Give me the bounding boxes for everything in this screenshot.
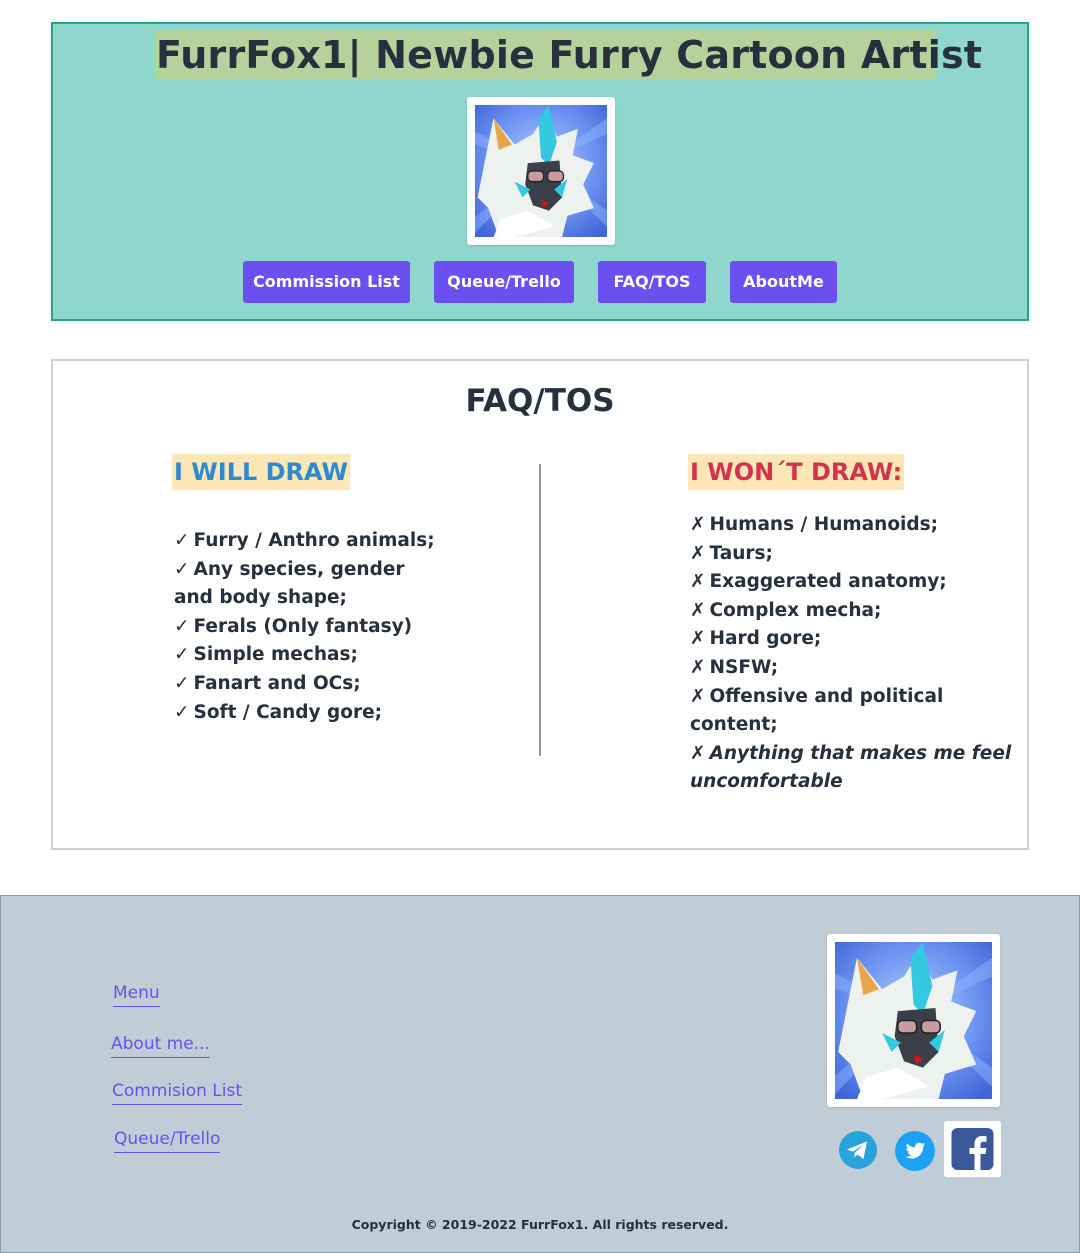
list-item: ✗ NSFW; [690,656,779,678]
checkmark-icon: ✓ [174,558,190,580]
will-draw-list: ✓ Furry / Anthro animals; ✓ Any species, g… [174,527,444,727]
faq-title: FAQ/TOS [465,383,615,419]
nav-queue-trello-button[interactable]: Queue/Trello [434,261,574,303]
list-item: ✓ Simple mechas; [174,644,358,666]
cross-icon: ✗ [690,742,706,764]
list-item: ✗ Complex mecha; [690,599,882,621]
footer-link-commission-list[interactable]: Commision List [112,1080,242,1105]
checkmark-icon: ✓ [174,701,190,723]
list-item: ✗ Hard gore; [690,628,822,650]
list-item: ✓ Soft / Candy gore; [174,701,383,723]
cross-icon: ✗ [690,542,706,564]
checkmark-icon: ✓ [174,530,190,551]
site-footer: Menu About me... Commision List Queue/Tr… [0,895,1080,1253]
telegram-icon[interactable] [838,1130,878,1170]
fox-avatar-icon [475,105,607,237]
list-item: ✗ Anything that makes me feel uncomfortab… [690,742,1012,793]
will-draw-heading: I WILL DRAW [172,454,350,490]
wont-draw-heading: I WON´T DRAW: [688,454,905,490]
facebook-icon[interactable] [944,1121,1001,1177]
site-header: FurrFox1| Newbie Furry Cartoon Artist Co… [51,22,1029,321]
fox-avatar-icon [835,942,992,1099]
list-item: ✗ Taurs; [690,542,773,564]
list-item: ✓ Fanart and OCs; [174,672,361,694]
cross-icon: ✗ [690,599,706,621]
list-item: ✓ Any species, gender and body shape; [174,558,405,609]
footer-link-queue-trello[interactable]: Queue/Trello [114,1128,221,1153]
twitter-icon[interactable] [894,1130,936,1172]
nav-about-me-button[interactable]: AboutMe [730,261,837,303]
header-avatar [467,97,615,245]
nav-faq-tos-button[interactable]: FAQ/TOS [598,261,706,303]
main-nav: Commission List Queue/Trello FAQ/TOS Abo… [53,261,1027,303]
faq-tos-card: FAQ/TOS I WILL DRAW I WON´T DRAW: ✓ Furry… [51,359,1029,850]
list-item: ✗ Exaggerated anatomy; [690,571,947,593]
footer-link-about-me[interactable]: About me... [111,1033,210,1058]
list-item: ✗ Humans / Humanoids; [690,514,939,535]
cross-icon: ✗ [690,571,706,593]
checkmark-icon: ✓ [174,644,190,666]
checkmark-icon: ✓ [174,615,190,637]
list-item: ✓ Ferals (Only fantasy) [174,615,413,637]
cross-icon: ✗ [690,628,706,650]
footer-avatar [827,934,1000,1107]
checkmark-icon: ✓ [174,672,190,694]
list-item: ✓ Furry / Anthro animals; [174,530,435,551]
footer-link-menu[interactable]: Menu [113,982,160,1007]
site-title: FurrFox1| Newbie Furry Cartoon Artist [156,30,982,80]
column-divider [539,464,541,756]
nav-commission-list-button[interactable]: Commission List [243,261,410,303]
cross-icon: ✗ [690,685,706,707]
copyright-text: Copyright © 2019-2022 FurrFox1. All righ… [351,1217,729,1232]
wont-draw-list: ✗ Humans / Humanoids; ✗ Taurs; ✗ Exaggerate… [690,511,1020,797]
cross-icon: ✗ [690,656,706,678]
list-item: ✗ Offensive and political content; [690,685,944,736]
cross-icon: ✗ [690,514,706,535]
